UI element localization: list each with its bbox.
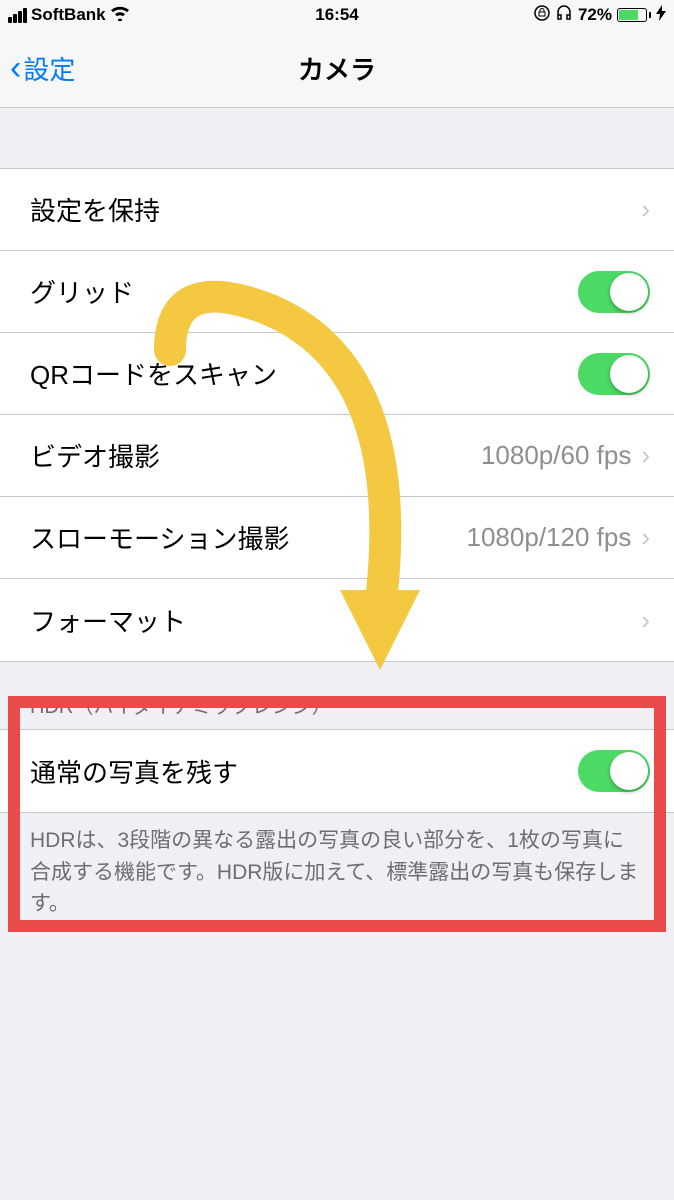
row-grid: グリッド: [0, 251, 674, 333]
chevron-right-icon: ›: [641, 194, 650, 225]
carrier-label: SoftBank: [31, 5, 106, 25]
spacer: [0, 108, 674, 168]
status-time: 16:54: [315, 5, 358, 25]
row-preserve-settings[interactable]: 設定を保持 ›: [0, 169, 674, 251]
signal-icon: [8, 8, 27, 23]
row-value: 1080p/60 fps: [481, 440, 631, 471]
chevron-right-icon: ›: [641, 440, 650, 471]
row-label: グリッド: [30, 273, 578, 310]
row-label: QRコードをスキャン: [30, 355, 578, 392]
battery-percent: 72%: [578, 5, 612, 25]
back-label: 設定: [23, 50, 75, 87]
status-right: 72%: [534, 5, 666, 26]
row-format[interactable]: フォーマット ›: [0, 579, 674, 661]
settings-group-1: 設定を保持 › グリッド QRコードをスキャン ビデオ撮影 1080p/60 f…: [0, 168, 674, 662]
row-value: 1080p/120 fps: [467, 522, 632, 553]
settings-group-hdr: 通常の写真を残す: [0, 729, 674, 813]
chevron-right-icon: ›: [641, 605, 650, 636]
status-bar: SoftBank 16:54 72%: [0, 0, 674, 30]
hdr-section-header: HDR（ハイダイナミックレンジ）: [0, 662, 674, 729]
row-label: フォーマット: [30, 602, 641, 639]
battery-icon: [617, 8, 651, 22]
chevron-right-icon: ›: [641, 522, 650, 553]
hdr-section-footer: HDRは、3段階の異なる露出の写真の良い部分を、1枚の写真に合成する機能です。H…: [0, 813, 674, 940]
row-label: 通常の写真を残す: [30, 753, 578, 790]
row-qr-scan: QRコードをスキャン: [0, 333, 674, 415]
keep-normal-toggle[interactable]: [578, 750, 650, 792]
qr-toggle[interactable]: [578, 353, 650, 395]
row-label: 設定を保持: [30, 191, 641, 228]
row-label: ビデオ撮影: [30, 437, 481, 474]
wifi-icon: [110, 5, 130, 26]
orientation-lock-icon: [534, 5, 550, 26]
row-video-record[interactable]: ビデオ撮影 1080p/60 fps ›: [0, 415, 674, 497]
status-left: SoftBank: [8, 5, 130, 26]
row-keep-normal-photo: 通常の写真を残す: [0, 730, 674, 812]
back-button[interactable]: ‹ 設定: [10, 49, 75, 88]
headphones-icon: [555, 5, 573, 26]
chevron-left-icon: ‹: [10, 49, 21, 88]
row-label: スローモーション撮影: [30, 519, 467, 556]
row-slomo-record[interactable]: スローモーション撮影 1080p/120 fps ›: [0, 497, 674, 579]
charging-icon: [656, 5, 666, 26]
grid-toggle[interactable]: [578, 271, 650, 313]
nav-bar: ‹ 設定 カメラ: [0, 30, 674, 108]
page-title: カメラ: [298, 50, 376, 87]
